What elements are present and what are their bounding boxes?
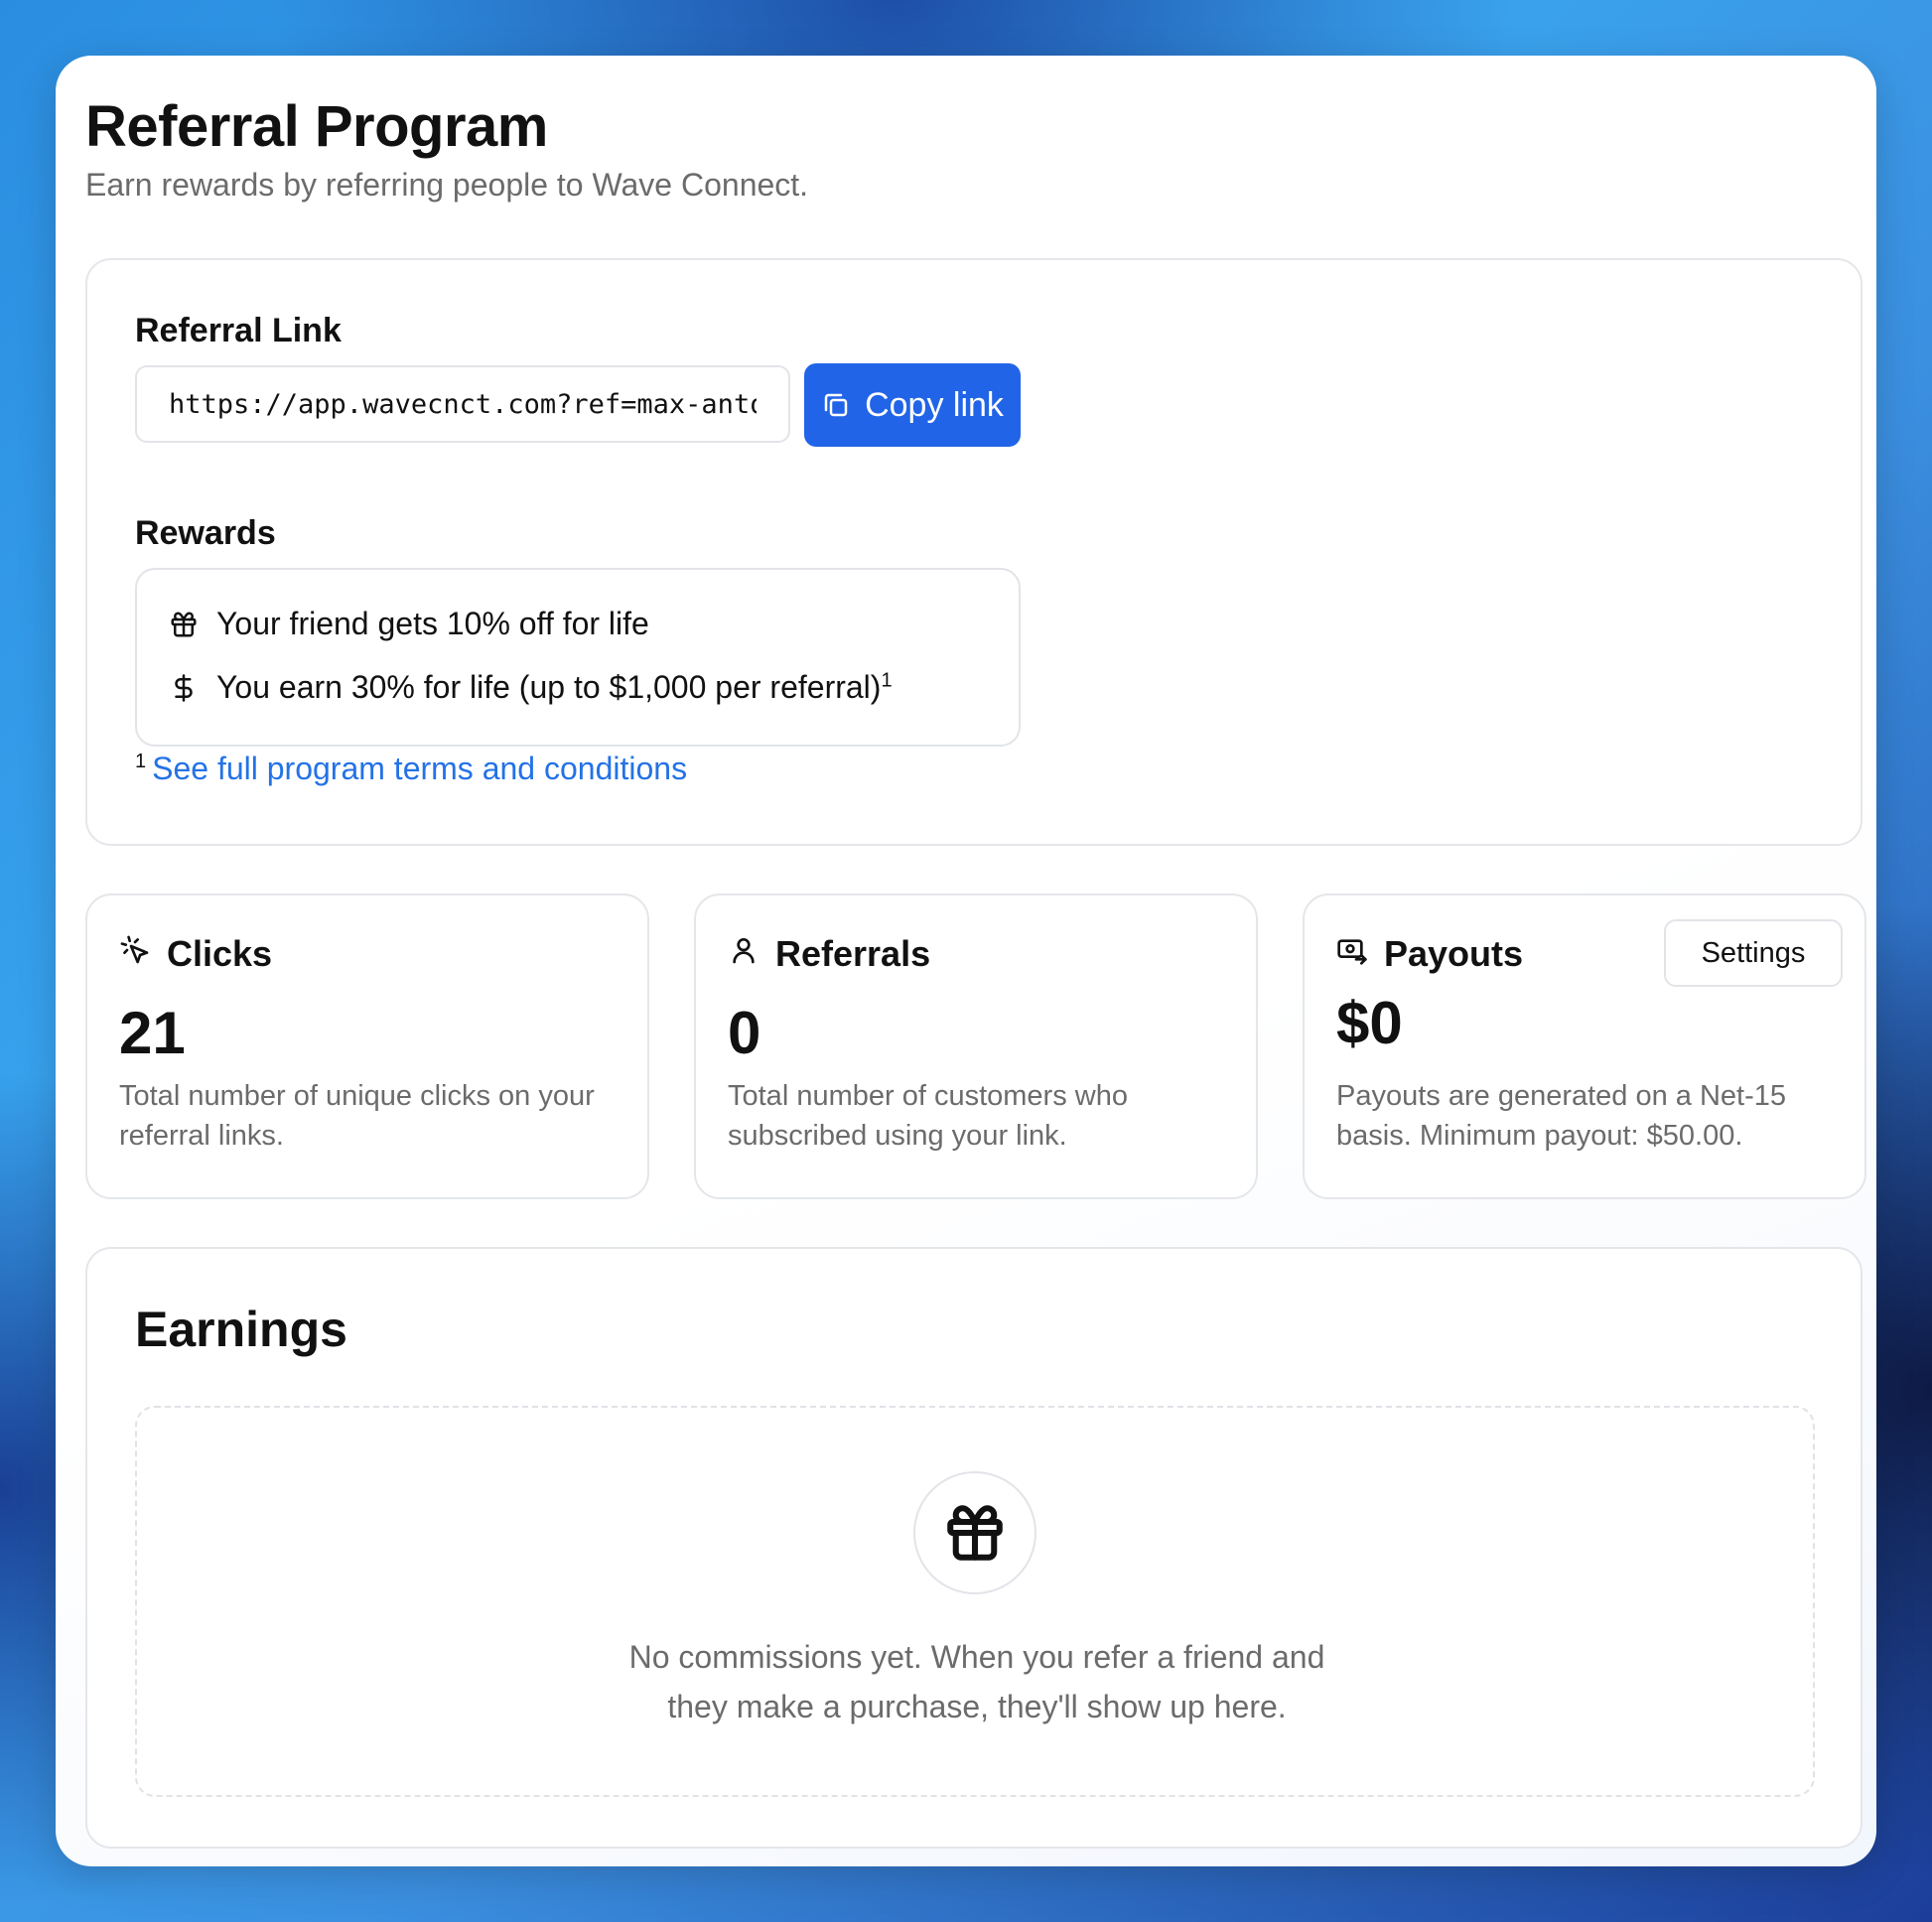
reward-text-body: You earn 30% for life (up to $1,000 per …: [216, 669, 882, 705]
referrals-description: Total number of customers who subscribed…: [728, 1080, 1128, 1152]
payouts-value: $0: [1336, 990, 1403, 1056]
reward-item-friend: Your friend gets 10% off for life: [169, 606, 649, 642]
copy-icon: [821, 390, 851, 420]
cursor-click-icon: [119, 933, 151, 975]
referral-card: Referral Link Copy link Rewards: [85, 258, 1863, 846]
gift-icon: [913, 1471, 1036, 1594]
rewards-label: Rewards: [135, 514, 276, 552]
referral-link-input[interactable]: [135, 365, 790, 443]
referrals-label: Referrals: [775, 933, 931, 974]
clicks-label: Clicks: [167, 933, 273, 974]
empty-state-line: No commissions yet. When you refer a fri…: [628, 1639, 1325, 1675]
payouts-description: Payouts are generated on a Net-15 basis.…: [1336, 1080, 1787, 1152]
clicks-card: Clicks 21 Total number of unique clicks …: [85, 893, 649, 1199]
reward-text: Your friend gets 10% off for life: [216, 606, 649, 641]
payout-settings-button[interactable]: Settings: [1664, 919, 1843, 987]
rewards-box: Your friend gets 10% off for life You ea…: [135, 568, 1021, 747]
empty-state-message: No commissions yet. When you refer a fri…: [481, 1632, 1473, 1731]
money-transfer-icon: [1336, 933, 1368, 975]
referrals-header: Referrals: [728, 933, 930, 975]
clicks-description: Total number of unique clicks on your re…: [119, 1080, 595, 1152]
referral-link-label: Referral Link: [135, 312, 342, 349]
terms-link[interactable]: See full program terms and conditions: [152, 751, 687, 786]
earnings-title: Earnings: [135, 1302, 347, 1357]
page-title: Referral Program: [85, 94, 548, 159]
payouts-header: Payouts: [1336, 933, 1523, 975]
dollar-icon: [169, 673, 199, 703]
terms-row: 1 See full program terms and conditions: [135, 751, 687, 787]
gift-icon: [169, 610, 199, 639]
reward-footnote: 1: [881, 669, 893, 692]
user-icon: [728, 933, 759, 975]
empty-state-line: they make a purchase, they'll show up he…: [667, 1689, 1287, 1724]
earnings-card: Earnings No commissions yet. When you re…: [85, 1247, 1863, 1849]
clicks-header: Clicks: [119, 933, 272, 975]
copy-link-button[interactable]: Copy link: [804, 363, 1021, 447]
app-frame: Referral Program Earn rewards by referri…: [0, 0, 1932, 1922]
clicks-value: 21: [119, 1000, 186, 1066]
earnings-empty-state: No commissions yet. When you refer a fri…: [135, 1406, 1815, 1797]
payouts-card: Payouts Settings $0 Payouts are generate…: [1303, 893, 1866, 1199]
terms-footnote-marker: 1: [135, 751, 147, 773]
copy-link-label: Copy link: [865, 385, 1004, 424]
referrals-card: Referrals 0 Total number of customers wh…: [694, 893, 1258, 1199]
referrals-value: 0: [728, 1000, 761, 1066]
main-panel: Referral Program Earn rewards by referri…: [56, 56, 1876, 1866]
reward-item-you: You earn 30% for life (up to $1,000 per …: [169, 669, 893, 706]
payouts-label: Payouts: [1384, 933, 1524, 974]
reward-text: You earn 30% for life (up to $1,000 per …: [216, 669, 893, 706]
page-subtitle: Earn rewards by referring people to Wave…: [85, 167, 809, 203]
